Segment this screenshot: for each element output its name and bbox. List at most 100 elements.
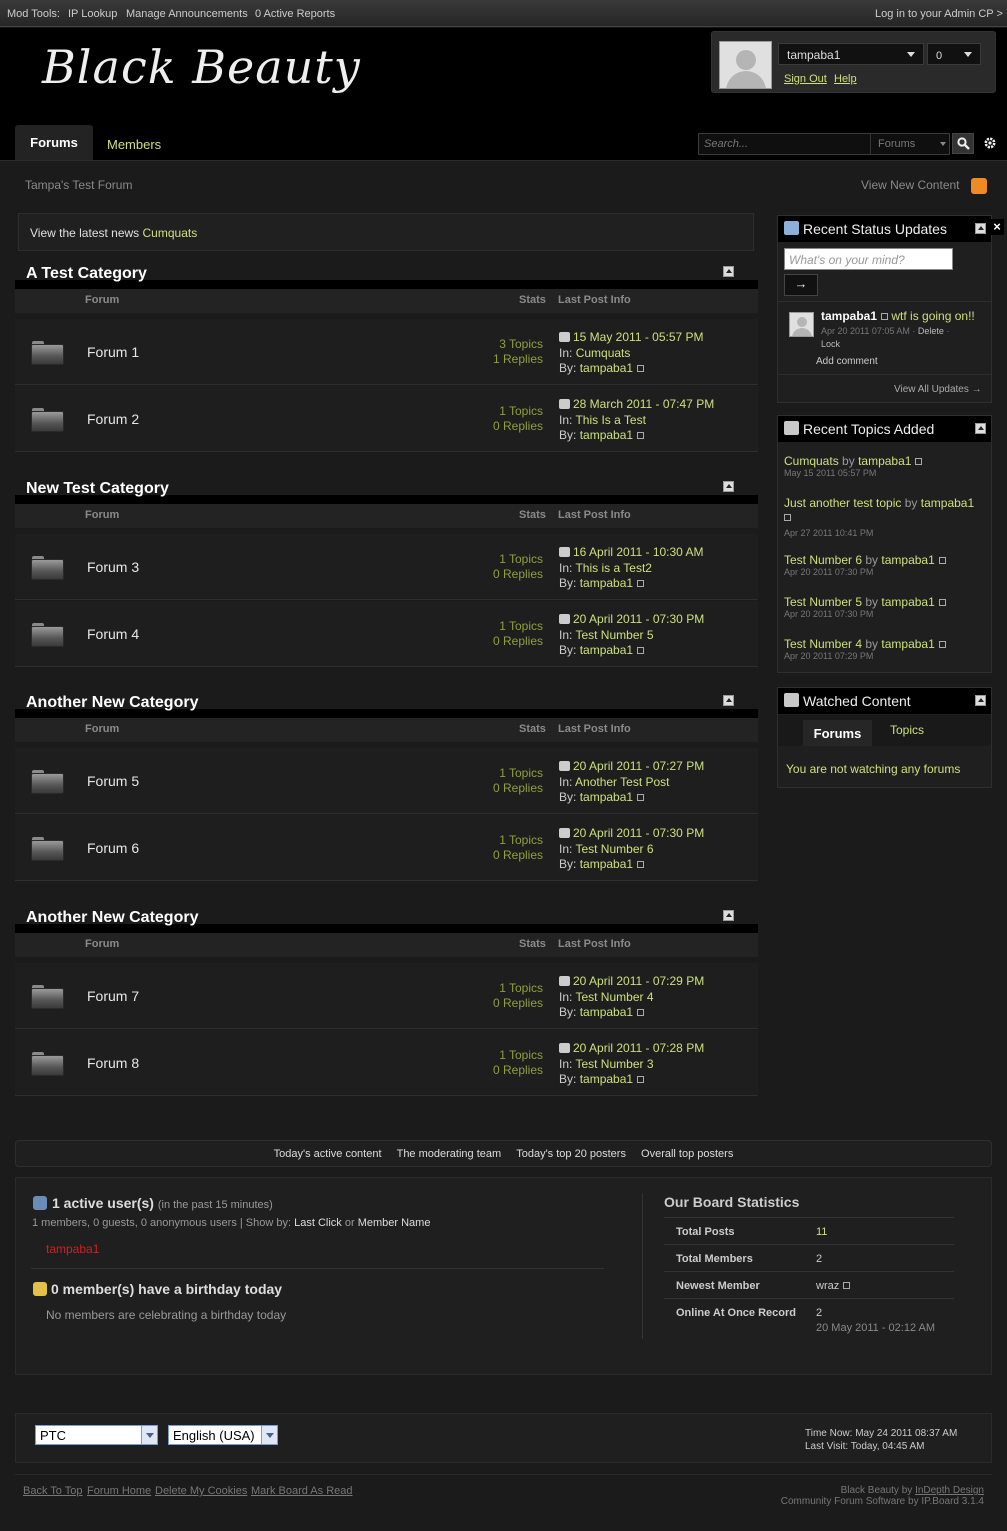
category-title[interactable]: Another New Category (26, 909, 198, 927)
forum-row[interactable]: Forum 7 1 Topics 0 Replies 20 April 2011 … (15, 963, 758, 1029)
user-card-icon[interactable] (843, 1282, 851, 1289)
forum-row[interactable]: Forum 3 1 Topics 0 Replies 16 April 2011 … (15, 534, 758, 600)
search-scope-dropdown[interactable]: Forums (870, 134, 950, 154)
admin-cp-link[interactable]: Log in to your Admin CP > (875, 8, 1003, 20)
help-link[interactable]: Help (834, 73, 857, 85)
goto-last-post-icon[interactable] (559, 828, 570, 838)
timezone-select[interactable]: PTC (35, 1425, 158, 1445)
add-comment-link[interactable]: Add comment (816, 356, 878, 367)
user-card-icon[interactable] (881, 313, 889, 320)
last-post-topic[interactable]: Test Number 4 (575, 990, 653, 1004)
last-post-user[interactable]: tampaba1 (580, 790, 633, 804)
manage-announcements-link[interactable]: Manage Announcements (126, 8, 248, 20)
last-post-date[interactable]: 16 April 2011 - 10:30 AM (573, 545, 704, 559)
status-input[interactable]: What's on your mind? (784, 248, 953, 270)
delete-cookies-link[interactable]: Delete My Cookies (155, 1485, 247, 1497)
last-post-date[interactable]: 20 April 2011 - 07:27 PM (573, 759, 704, 773)
category-title[interactable]: A Test Category (26, 265, 147, 283)
search-input[interactable]: Search... (704, 138, 748, 150)
forum-row[interactable]: Forum 6 1 Topics 0 Replies 20 April 2011 … (15, 815, 758, 881)
last-post-user[interactable]: tampaba1 (580, 1072, 633, 1086)
last-post-user[interactable]: tampaba1 (580, 361, 633, 375)
search-box[interactable]: Search... Forums (698, 133, 950, 155)
last-post-topic[interactable]: Test Number 5 (575, 628, 653, 642)
avatar[interactable] (719, 41, 772, 89)
forum-name[interactable]: Forum 1 (87, 344, 139, 360)
forum-home-link[interactable]: Forum Home (87, 1485, 151, 1497)
rss-icon[interactable] (971, 178, 987, 194)
forum-row[interactable]: Forum 1 3 Topics 1 Replies 15 May 2011 - … (15, 319, 758, 385)
language-select[interactable]: English (USA) (168, 1425, 278, 1445)
active-content-link[interactable]: Today's active content (274, 1148, 382, 1160)
forum-name[interactable]: Forum 4 (87, 626, 139, 642)
last-post-date[interactable]: 20 April 2011 - 07:30 PM (573, 826, 704, 840)
search-button[interactable] (952, 133, 974, 154)
active-user-link[interactable]: tampaba1 (46, 1242, 99, 1256)
goto-last-post-icon[interactable] (559, 547, 570, 557)
forum-name[interactable]: Forum 3 (87, 559, 139, 575)
category-title[interactable]: Another New Category (26, 694, 198, 712)
close-icon[interactable]: × (990, 219, 1004, 235)
user-card-icon[interactable] (938, 641, 946, 648)
topic-user[interactable]: tampaba1 (858, 454, 911, 468)
skin-author-link[interactable]: InDepth Design (915, 1485, 984, 1496)
user-card-icon[interactable] (637, 432, 645, 439)
collapse-icon[interactable] (723, 481, 734, 492)
goto-last-post-icon[interactable] (559, 761, 570, 771)
last-post-user[interactable]: tampaba1 (580, 428, 633, 442)
lock-link[interactable]: Lock (821, 339, 840, 349)
topic-user[interactable]: tampaba1 (881, 553, 934, 567)
topic-link[interactable]: Test Number 6 (784, 553, 862, 567)
forum-row[interactable]: Forum 2 1 Topics 0 Replies 28 March 2011 … (15, 386, 758, 452)
collapse-icon[interactable] (975, 423, 986, 434)
last-post-date[interactable]: 15 May 2011 - 05:57 PM (573, 330, 704, 344)
overall-top-posters-link[interactable]: Overall top posters (641, 1148, 733, 1160)
forum-name[interactable]: Forum 5 (87, 773, 139, 789)
ip-lookup-link[interactable]: IP Lookup (68, 8, 117, 20)
topic-link[interactable]: Cumquats (784, 454, 839, 468)
topic-user[interactable]: tampaba1 (881, 637, 934, 651)
user-card-icon[interactable] (637, 1076, 645, 1083)
forum-name[interactable]: Forum 8 (87, 1055, 139, 1071)
user-card-icon[interactable] (938, 557, 946, 564)
sort-member-name-link[interactable]: Member Name (358, 1217, 431, 1229)
avatar[interactable] (789, 312, 814, 337)
last-post-date[interactable]: 20 April 2011 - 07:30 PM (573, 612, 704, 626)
forum-name[interactable]: Forum 2 (87, 411, 139, 427)
status-submit-button[interactable]: → (784, 274, 818, 296)
sort-last-click-link[interactable]: Last Click (294, 1217, 342, 1229)
status-user[interactable]: tampaba1 (821, 309, 877, 323)
forum-name[interactable]: Forum 6 (87, 840, 139, 856)
goto-last-post-icon[interactable] (559, 399, 570, 409)
user-card-icon[interactable] (784, 514, 791, 521)
last-post-user[interactable]: tampaba1 (580, 643, 633, 657)
tab-watched-forums[interactable]: Forums (803, 720, 872, 746)
view-new-content-link[interactable]: View New Content (861, 178, 960, 192)
forum-row[interactable]: Forum 4 1 Topics 0 Replies 20 April 2011 … (15, 601, 758, 667)
top-20-posters-link[interactable]: Today's top 20 posters (516, 1148, 626, 1160)
topic-link[interactable]: Test Number 5 (784, 595, 862, 609)
last-post-topic[interactable]: Test Number 6 (575, 842, 653, 856)
tab-forums[interactable]: Forums (15, 125, 93, 160)
gear-icon[interactable] (980, 133, 1000, 155)
topic-link[interactable]: Just another test topic (784, 496, 901, 510)
last-post-topic[interactable]: Cumquats (576, 346, 631, 360)
last-post-date[interactable]: 20 April 2011 - 07:29 PM (573, 974, 704, 988)
category-title[interactable]: New Test Category (26, 480, 169, 498)
mark-board-read-link[interactable]: Mark Board As Read (251, 1485, 353, 1497)
notifications-dropdown[interactable]: 0 (927, 43, 981, 65)
collapse-icon[interactable] (723, 266, 734, 277)
last-post-user[interactable]: tampaba1 (580, 857, 633, 871)
back-to-top-link[interactable]: Back To Top (23, 1485, 83, 1497)
user-card-icon[interactable] (637, 861, 645, 868)
user-card-icon[interactable] (637, 365, 645, 372)
site-logo[interactable]: Black Beauty (42, 40, 361, 94)
delete-link[interactable]: Delete (918, 326, 944, 336)
goto-last-post-icon[interactable] (559, 1043, 570, 1053)
user-card-icon[interactable] (915, 458, 923, 465)
user-card-icon[interactable] (637, 647, 645, 654)
topic-user[interactable]: tampaba1 (881, 595, 934, 609)
moderating-team-link[interactable]: The moderating team (397, 1148, 502, 1160)
forum-row[interactable]: Forum 8 1 Topics 0 Replies 20 April 2011 … (15, 1030, 758, 1096)
collapse-icon[interactable] (975, 695, 986, 706)
